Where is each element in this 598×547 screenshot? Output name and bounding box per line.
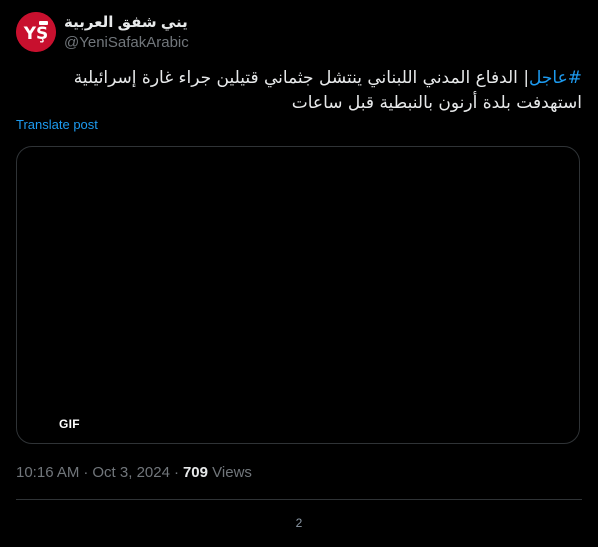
author-display-name[interactable]: يني شفق العربية xyxy=(64,13,189,32)
views-label: Views xyxy=(212,464,252,481)
tweet-time[interactable]: 10:16 AM xyxy=(16,464,79,481)
translate-post-link[interactable]: Translate post xyxy=(16,117,98,132)
author-names: يني شفق العربية @YeniSafakArabic xyxy=(64,13,189,52)
avatar[interactable]: YŞ xyxy=(16,12,56,52)
avatar-logo-text: YŞ xyxy=(23,24,49,44)
views-count: 709 xyxy=(182,464,208,481)
divider xyxy=(16,499,582,500)
media-gif-container[interactable]: GIF xyxy=(16,146,580,444)
hashtag-link[interactable]: #عاجل xyxy=(529,68,582,88)
tweet-text: #عاجل| الدفاع المدني اللبناني ينتشل جثما… xyxy=(16,66,582,116)
page-number: 2 xyxy=(295,516,303,530)
gif-badge: GIF xyxy=(59,417,80,431)
tweet-meta: 10:16 AM · Oct 3, 2024 · 709 Views xyxy=(16,463,252,483)
tweet-date[interactable]: Oct 3, 2024 xyxy=(92,464,170,481)
meta-dot-separator: · xyxy=(83,464,89,481)
tweet-body: الدفاع المدني اللبناني ينتشل جثماني قتيل… xyxy=(73,68,582,113)
tweet-header: YŞ يني شفق العربية @YeniSafakArabic xyxy=(16,11,189,53)
yeni-safak-logo-icon: YŞ xyxy=(16,12,56,52)
meta-dot-separator-2: · xyxy=(173,464,179,481)
author-handle[interactable]: @YeniSafakArabic xyxy=(64,33,189,52)
